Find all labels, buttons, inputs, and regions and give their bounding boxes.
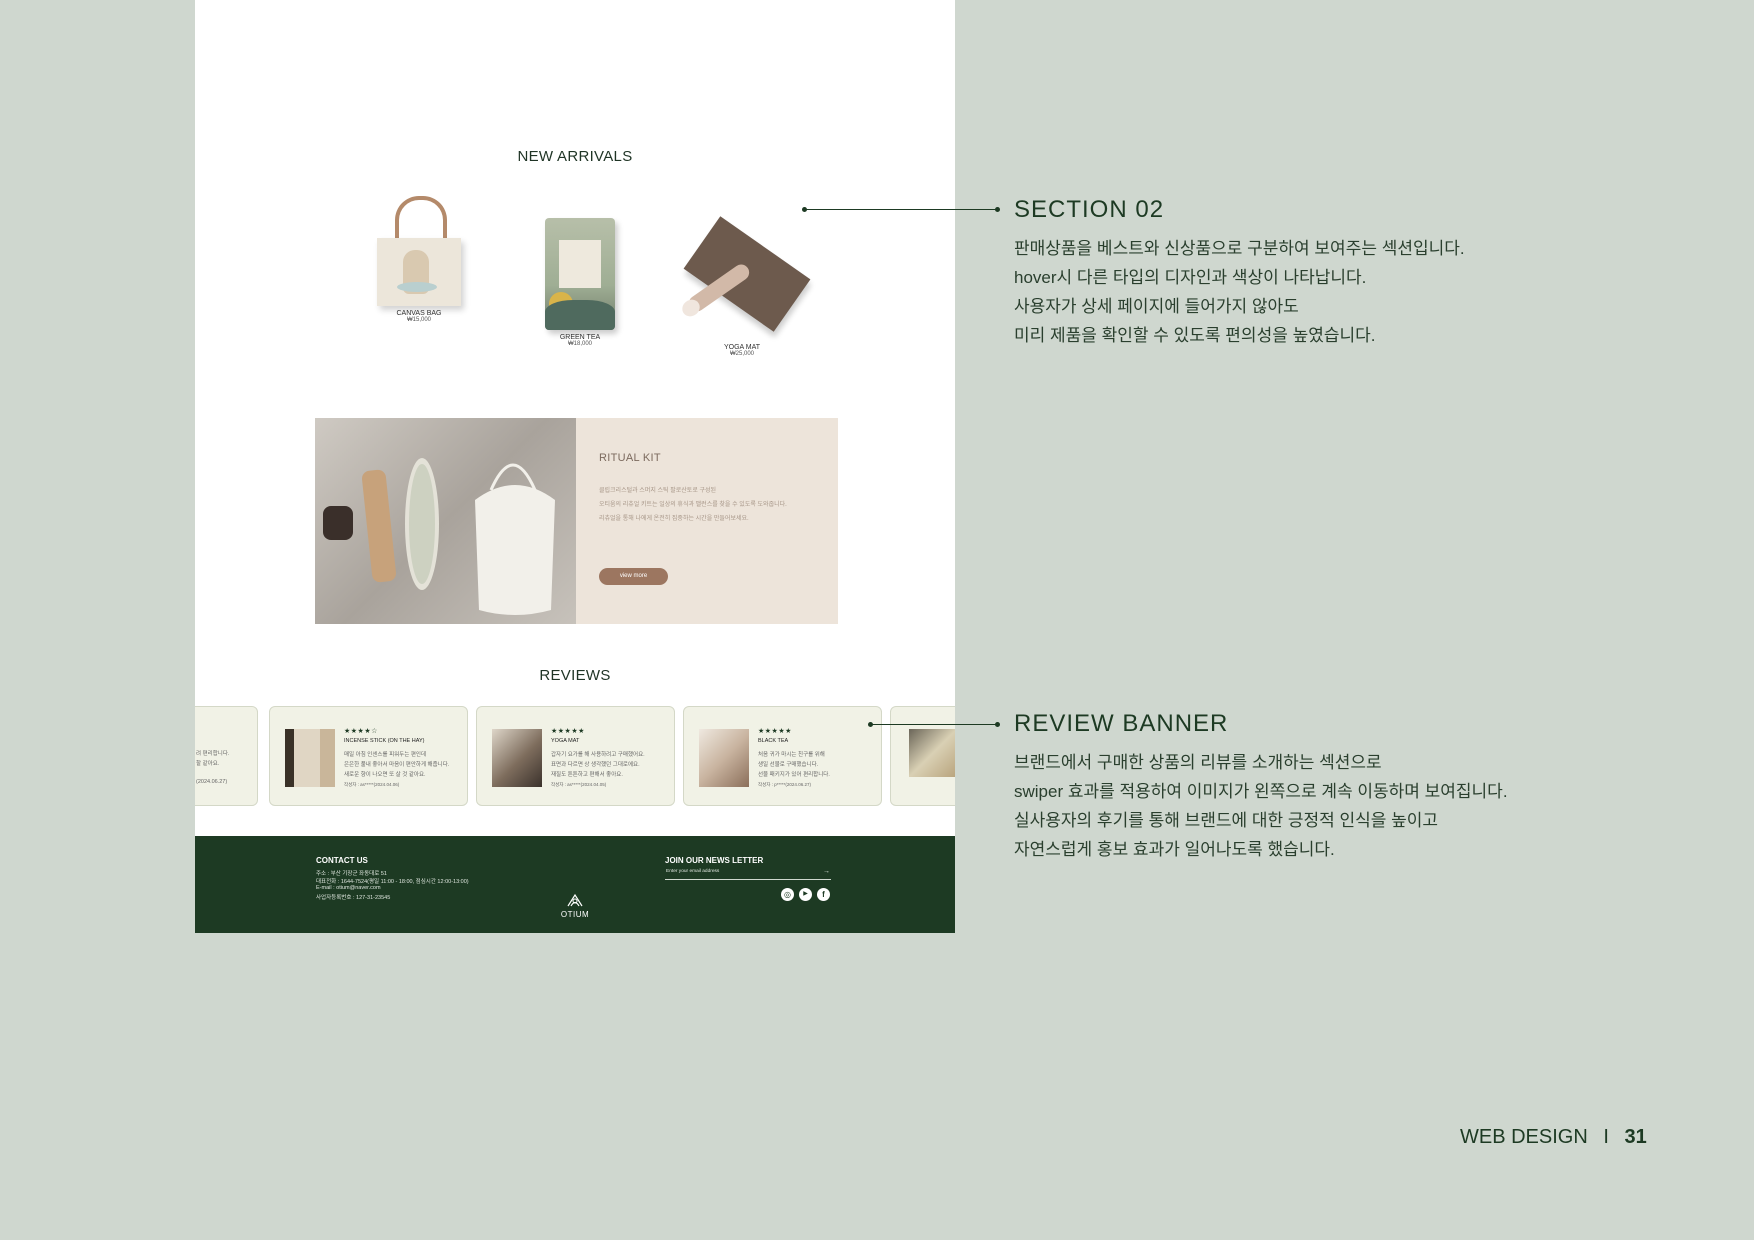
- newsletter-title: JOIN OUR NEWS LETTER: [665, 856, 764, 865]
- review-banner-description: 브랜드에서 구매한 상품의 리뷰를 소개하는 섹션으로 swiper 효과를 적…: [1014, 748, 1508, 864]
- review-card-partial[interactable]: [890, 706, 955, 806]
- section02-line: 판매상품을 베스트와 신상품으로 구분하여 보여주는 섹션입니다.: [1014, 239, 1465, 258]
- yoga-mat-image: [679, 216, 811, 340]
- review-banner-line: 자연스럽게 홍보 효과가 일어나도록 했습니다.: [1014, 840, 1335, 859]
- review-banner-title: REVIEW BANNER: [1014, 710, 1229, 737]
- section02-title: SECTION 02: [1014, 196, 1165, 223]
- reviews-title: REVIEWS: [539, 667, 611, 684]
- instagram-icon[interactable]: ◎: [781, 888, 794, 901]
- view-more-button[interactable]: view more: [599, 568, 668, 585]
- review-product: BLACK TEA: [758, 738, 789, 744]
- review-photo: [699, 729, 749, 787]
- section02-line: 사용자가 상세 페이지에 들어가지 않아도: [1014, 297, 1299, 316]
- review-line: 표면과 다르면 상 생각했던 그대로에요.: [551, 762, 640, 768]
- review-line: 갑자기 요가를 해 사용하려고 구매했어요.: [551, 752, 645, 758]
- ritual-kit-title: RITUAL KIT: [599, 452, 661, 464]
- otium-logo-text: OTIUM: [560, 910, 590, 919]
- product-price: ₩15,000: [406, 317, 431, 323]
- review-line: 새로운 향이 나오면 또 살 것 같아요.: [344, 772, 426, 778]
- section02-connector-dot: [995, 207, 1000, 212]
- rating-stars: ★★★★★: [551, 728, 585, 735]
- review-meta: (2024.06.27): [196, 779, 228, 785]
- review-line: 재질도 튼튼하고 편해서 좋아요.: [551, 772, 623, 778]
- ritual-kit-image: [315, 418, 576, 624]
- ritual-kit-banner: RITUAL KIT 클립크리스털과 스머지 스틱 팔로산토로 구성된 오티움의…: [315, 418, 838, 624]
- facebook-icon[interactable]: f: [817, 888, 830, 901]
- review-meta: 작성자 : p*****(2024.06.27): [758, 782, 811, 787]
- review-card[interactable]: ★★★★★ YOGA MAT 갑자기 요가를 해 사용하려고 구매했어요. 표면…: [476, 706, 675, 806]
- green-tea-image: [545, 218, 615, 330]
- ritual-kit-description: 클립크리스털과 스머지 스틱 팔로산토로 구성된 오티움의 리츄얼 키트는 일상…: [599, 484, 787, 526]
- page-number: 31: [1624, 1126, 1647, 1148]
- rating-stars: ★★★★★: [758, 728, 792, 735]
- rating-stars: ★★★★☆: [344, 728, 378, 735]
- newsletter-email-input[interactable]: Enter your email address →: [665, 868, 831, 880]
- ritual-desc-line: 오티움의 리츄얼 키트는 일상의 휴식과 밸런스를 찾을 수 있도록 도와줍니다…: [599, 502, 787, 508]
- ritual-desc-line: 리츄얼을 통해 나에게 온전히 집중하는 시간을 만들어보세요.: [599, 516, 749, 522]
- section02-connector-dot: [802, 207, 807, 212]
- ritual-kit-info: RITUAL KIT 클립크리스털과 스머지 스틱 팔로산토로 구성된 오티움의…: [576, 418, 838, 624]
- review-banner-line: 실사용자의 후기를 통해 브랜드에 대한 긍정적 인식을 높이고: [1014, 811, 1439, 830]
- review-card[interactable]: ★★★★☆ INCENSE STICK (ON THE HAY) 매일 아침 인…: [269, 706, 468, 806]
- product-name: CANVAS BAG: [396, 310, 442, 317]
- review-line: 려 편리합니다.: [196, 751, 230, 757]
- contact-title: CONTACT US: [316, 856, 368, 865]
- contact-line: 주소 : 부산 기장군 좌동대로 51: [316, 871, 387, 877]
- review-photo: [909, 729, 955, 777]
- page-footer-label: WEB DESIGN: [1460, 1126, 1588, 1148]
- review-photo: [492, 729, 542, 787]
- youtube-icon[interactable]: ▶: [799, 888, 812, 901]
- review-banner-line: swiper 효과를 적용하여 이미지가 왼쪽으로 계속 이동하며 보여집니다.: [1014, 782, 1508, 801]
- product-name: GREEN TEA: [559, 334, 601, 341]
- page-footer-separator: I: [1603, 1126, 1609, 1148]
- contact-line: 사업자등록번호 : 127-31-23545: [316, 895, 391, 901]
- review-photo: [285, 729, 335, 787]
- site-footer: CONTACT US 주소 : 부산 기장군 좌동대로 51 대표전화 : 16…: [195, 836, 955, 933]
- review-line: 처음 귀가 마시는 친구를 위해: [758, 752, 825, 758]
- review-product: INCENSE STICK (ON THE HAY): [344, 738, 425, 744]
- section02-connector-line: [804, 209, 997, 210]
- contact-line: E-mail : otium@naver.com: [316, 885, 381, 891]
- review-line: 매일 아침 인센스를 피워두는 편인데: [344, 752, 427, 758]
- review-banner-line: 브랜드에서 구매한 상품의 리뷰를 소개하는 섹션으로: [1014, 753, 1382, 772]
- page-footer: WEB DESIGN I 31: [1460, 1126, 1647, 1149]
- product-price: ₩25,000: [729, 351, 754, 357]
- review-line: 할 같아요.: [196, 761, 220, 767]
- review-meta: 작성자 : as*****(2024.04.06): [344, 782, 400, 787]
- website-mockup: NEW ARRIVALS CANVAS BAG ₩15,000 GREEN TE…: [195, 0, 955, 933]
- product-name: YOGA MAT: [723, 344, 761, 351]
- section02-line: hover시 다른 타입의 디자인과 색상이 나타납니다.: [1014, 268, 1367, 287]
- review-banner-connector-dot: [995, 722, 1000, 727]
- product-green-tea[interactable]: GREEN TEA ₩18,000: [520, 218, 640, 347]
- review-card-partial[interactable]: 려 편리합니다. 할 같아요. (2024.06.27): [195, 706, 258, 806]
- contact-line: 대표전화 : 1644-7524(평일 11:00 - 18:00, 점심시간 …: [316, 879, 469, 885]
- canvas-bag-image: [373, 196, 465, 306]
- new-arrivals-title: NEW ARRIVALS: [517, 148, 633, 165]
- product-yoga-mat[interactable]: YOGA MAT ₩25,000: [679, 216, 811, 357]
- review-line: 생일 선물로 구매했습니다.: [758, 762, 819, 768]
- newsletter-placeholder: Enter your email address: [666, 869, 720, 874]
- review-meta: 작성자 : as*****(2024.04.05): [551, 782, 607, 787]
- review-banner-connector-line: [870, 724, 997, 725]
- review-card[interactable]: ★★★★★ BLACK TEA 처음 귀가 마시는 친구를 위해 생일 선물로 …: [683, 706, 882, 806]
- section02-line: 미리 제품을 확인할 수 있도록 편의성을 높였습니다.: [1014, 326, 1376, 345]
- product-canvas-bag[interactable]: CANVAS BAG ₩15,000: [359, 196, 479, 323]
- otium-logo-icon: [567, 893, 583, 907]
- product-price: ₩18,000: [567, 341, 592, 347]
- review-line: 은은한 풀내 좋아서 마음이 편안하게 해줍니다.: [344, 762, 450, 768]
- submit-arrow-icon[interactable]: →: [823, 868, 830, 875]
- review-banner-connector-dot: [868, 722, 873, 727]
- review-product: YOGA MAT: [551, 738, 580, 744]
- section02-description: 판매상품을 베스트와 신상품으로 구분하여 보여주는 섹션입니다. hover시…: [1014, 234, 1465, 350]
- review-line: 선물 패키지가 있어 편리합니다.: [758, 772, 830, 778]
- ritual-desc-line: 클립크리스털과 스머지 스틱 팔로산토로 구성된: [599, 488, 717, 494]
